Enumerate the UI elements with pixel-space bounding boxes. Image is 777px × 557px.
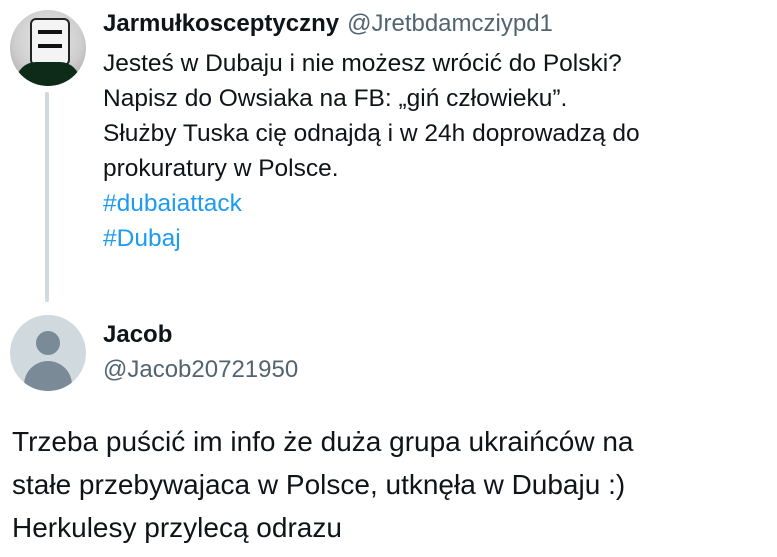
user-handle[interactable]: @Jacob20721950 xyxy=(103,352,298,388)
hashtag-link[interactable]: #Dubaj xyxy=(103,221,768,256)
avatar[interactable] xyxy=(10,10,86,86)
tweet-text-line: Trzeba puścić im info że duża grupa ukra… xyxy=(12,426,634,457)
tweet-content: Jarmułkosceptyczny @Jretbdamcziypd1 Jest… xyxy=(103,10,768,256)
default-avatar[interactable] xyxy=(10,315,86,391)
thread-connector-line xyxy=(45,92,49,302)
tweet-text: Trzeba puścić im info że duża grupa ukra… xyxy=(12,420,772,549)
mask-icon xyxy=(30,18,70,66)
tweet-text: Jesteś w Dubaju i nie możesz wrócić do P… xyxy=(103,46,768,256)
hashtag-link[interactable]: #dubaiattack xyxy=(103,186,768,221)
tweet-text-line: Służby Tuska cię odnajdą i w 24h doprowa… xyxy=(103,120,640,147)
person-icon xyxy=(36,331,60,355)
tweet-text-line: Napisz do Owsiaka na FB: „giń człowieku”… xyxy=(103,85,568,112)
user-handle[interactable]: @Jretbdamcziypd1 xyxy=(347,10,553,38)
author-block: Jacob @Jacob20721950 xyxy=(103,320,298,388)
display-name[interactable]: Jarmułkosceptyczny xyxy=(103,10,339,38)
display-name[interactable]: Jacob xyxy=(103,320,298,350)
tweet-text-line: Herkulesy przylecą odrazu xyxy=(12,512,342,543)
tweet-text-line: Jesteś w Dubaju i nie możesz wrócić do P… xyxy=(103,50,622,77)
author-row: Jarmułkosceptyczny @Jretbdamcziypd1 xyxy=(103,10,768,38)
tweet-text-line: stałe przebywajaca w Polsce, utknęła w D… xyxy=(12,469,626,500)
tweet-text-line: prokuratury w Polsce. xyxy=(103,155,339,182)
